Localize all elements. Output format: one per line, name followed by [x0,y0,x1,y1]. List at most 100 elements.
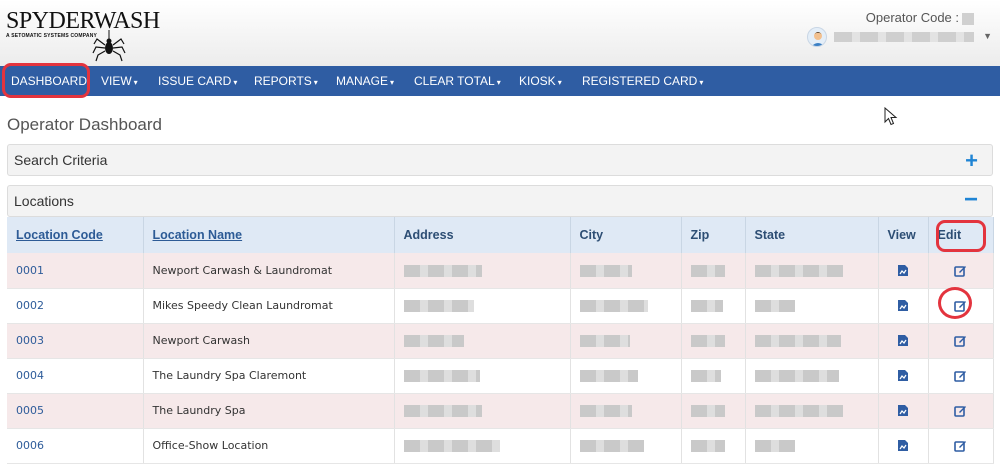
chevron-down-icon: ▾ [557,78,562,87]
column-header-location-code[interactable]: Location Code [7,217,144,253]
table-row: 0005 The Laundry Spa [7,393,994,429]
column-header-zip: Zip [681,217,746,253]
city-redacted [570,253,682,289]
annotation-highlight-edit-header [936,220,986,252]
nav-registered-card[interactable]: REGISTERED CARD ▾ [582,66,703,96]
document-view-icon[interactable] [897,404,909,417]
state-redacted [745,288,879,324]
user-menu[interactable]: ▼ [807,27,992,47]
location-code: 0003 [7,323,144,359]
location-code: 0004 [7,358,144,394]
zip-redacted [681,288,746,324]
expand-plus-icon[interactable]: + [965,148,978,174]
document-view-icon[interactable] [897,264,909,277]
nav-kiosk[interactable]: KIOSK ▾ [519,66,562,96]
collapse-minus-icon[interactable]: − [964,186,978,214]
app-header: SPYDERWASH A SETOMATIC SYSTEMS COMPANY O… [0,0,1000,66]
state-redacted [745,393,879,429]
location-code: 0001 [7,253,144,289]
nav-manage-label: MANAGE [336,74,389,88]
location-code: 0006 [7,428,144,464]
address-redacted [394,288,571,324]
nav-reports-label: REPORTS [254,74,312,88]
search-criteria-panel[interactable]: Search Criteria + [7,144,993,176]
edit-pencil-icon[interactable] [954,404,967,418]
location-code: 0002 [7,288,144,324]
spider-icon [92,30,126,62]
page-title: Operator Dashboard [7,115,162,134]
edit-pencil-icon[interactable] [954,439,967,453]
table-header-row: Location Code Location Name Address City… [7,217,994,253]
mouse-cursor-icon [884,107,898,126]
address-redacted [394,428,571,464]
table-row: 0003 Newport Carwash [7,323,994,359]
document-view-icon[interactable] [897,439,909,452]
main-navbar: DASHBOARD VIEW ▾ ISSUE CARD ▾ REPORTS ▾ MAN… [0,66,1000,96]
operator-code-label: Operator Code : [865,10,959,25]
zip-redacted [681,358,746,394]
city-redacted [570,288,682,324]
annotation-highlight-edit-icon [938,287,972,319]
edit-pencil-icon[interactable] [954,264,967,277]
edit-cell [928,323,994,359]
document-view-icon[interactable] [897,369,909,382]
nav-view[interactable]: VIEW ▾ [101,66,138,96]
chevron-down-icon: ▾ [699,78,704,87]
document-view-icon[interactable] [897,334,909,347]
address-redacted [394,323,571,359]
document-view-icon[interactable] [897,299,909,312]
column-header-location-name[interactable]: Location Name [143,217,395,253]
edit-pencil-icon[interactable] [954,334,967,348]
table-row: 0006 Office-Show Location [7,428,994,464]
state-redacted [745,253,879,289]
nav-issue-card[interactable]: ISSUE CARD ▾ [158,66,237,96]
city-redacted [570,428,682,464]
view-cell [878,253,929,289]
view-cell [878,323,929,359]
chevron-down-icon: ▾ [133,78,138,87]
location-code: 0005 [7,393,144,429]
zip-redacted [681,253,746,289]
nav-kiosk-label: KIOSK [519,74,556,88]
operator-code-value-redacted [962,12,974,25]
edit-cell [928,428,994,464]
state-redacted [745,358,879,394]
nav-clear-total-label: CLEAR TOTAL [414,74,495,88]
view-cell [878,393,929,429]
zip-redacted [681,323,746,359]
view-cell [878,358,929,394]
locations-title: Locations [14,193,74,209]
locations-panel[interactable]: Locations − [7,185,993,217]
nav-issue-card-label: ISSUE CARD [158,74,232,88]
zip-redacted [681,428,746,464]
column-header-address: Address [394,217,571,253]
operator-code: Operator Code : [866,10,974,25]
edit-cell [928,253,994,289]
nav-reports[interactable]: REPORTS ▾ [254,66,318,96]
address-redacted [394,358,571,394]
location-name: The Laundry Spa [143,393,395,429]
user-menu-caret-icon: ▼ [983,31,992,41]
locations-table: Location Code Location Name Address City… [7,217,994,464]
spyderwash-logo[interactable]: SPYDERWASH A SETOMATIC SYSTEMS COMPANY [6,8,160,64]
edit-cell [928,358,994,394]
user-avatar-icon [807,27,827,47]
nav-view-label: VIEW [101,74,132,88]
nav-clear-total[interactable]: CLEAR TOTAL ▾ [414,66,501,96]
zip-redacted [681,393,746,429]
table-row: 0004 The Laundry Spa Claremont [7,358,994,394]
edit-pencil-icon[interactable] [954,369,967,383]
city-redacted [570,393,682,429]
location-name: Newport Carwash [143,323,395,359]
chevron-down-icon: ▾ [390,78,395,87]
edit-cell [928,393,994,429]
chevron-down-icon: ▾ [496,78,501,87]
nav-manage[interactable]: MANAGE ▾ [336,66,394,96]
column-header-city: City [570,217,682,253]
chevron-down-icon: ▾ [233,78,238,87]
column-header-view: View [878,217,929,253]
nav-registered-card-label: REGISTERED CARD [582,74,698,88]
location-name: Mikes Speedy Clean Laundromat [143,288,395,324]
column-header-state: State [745,217,879,253]
address-redacted [394,253,571,289]
